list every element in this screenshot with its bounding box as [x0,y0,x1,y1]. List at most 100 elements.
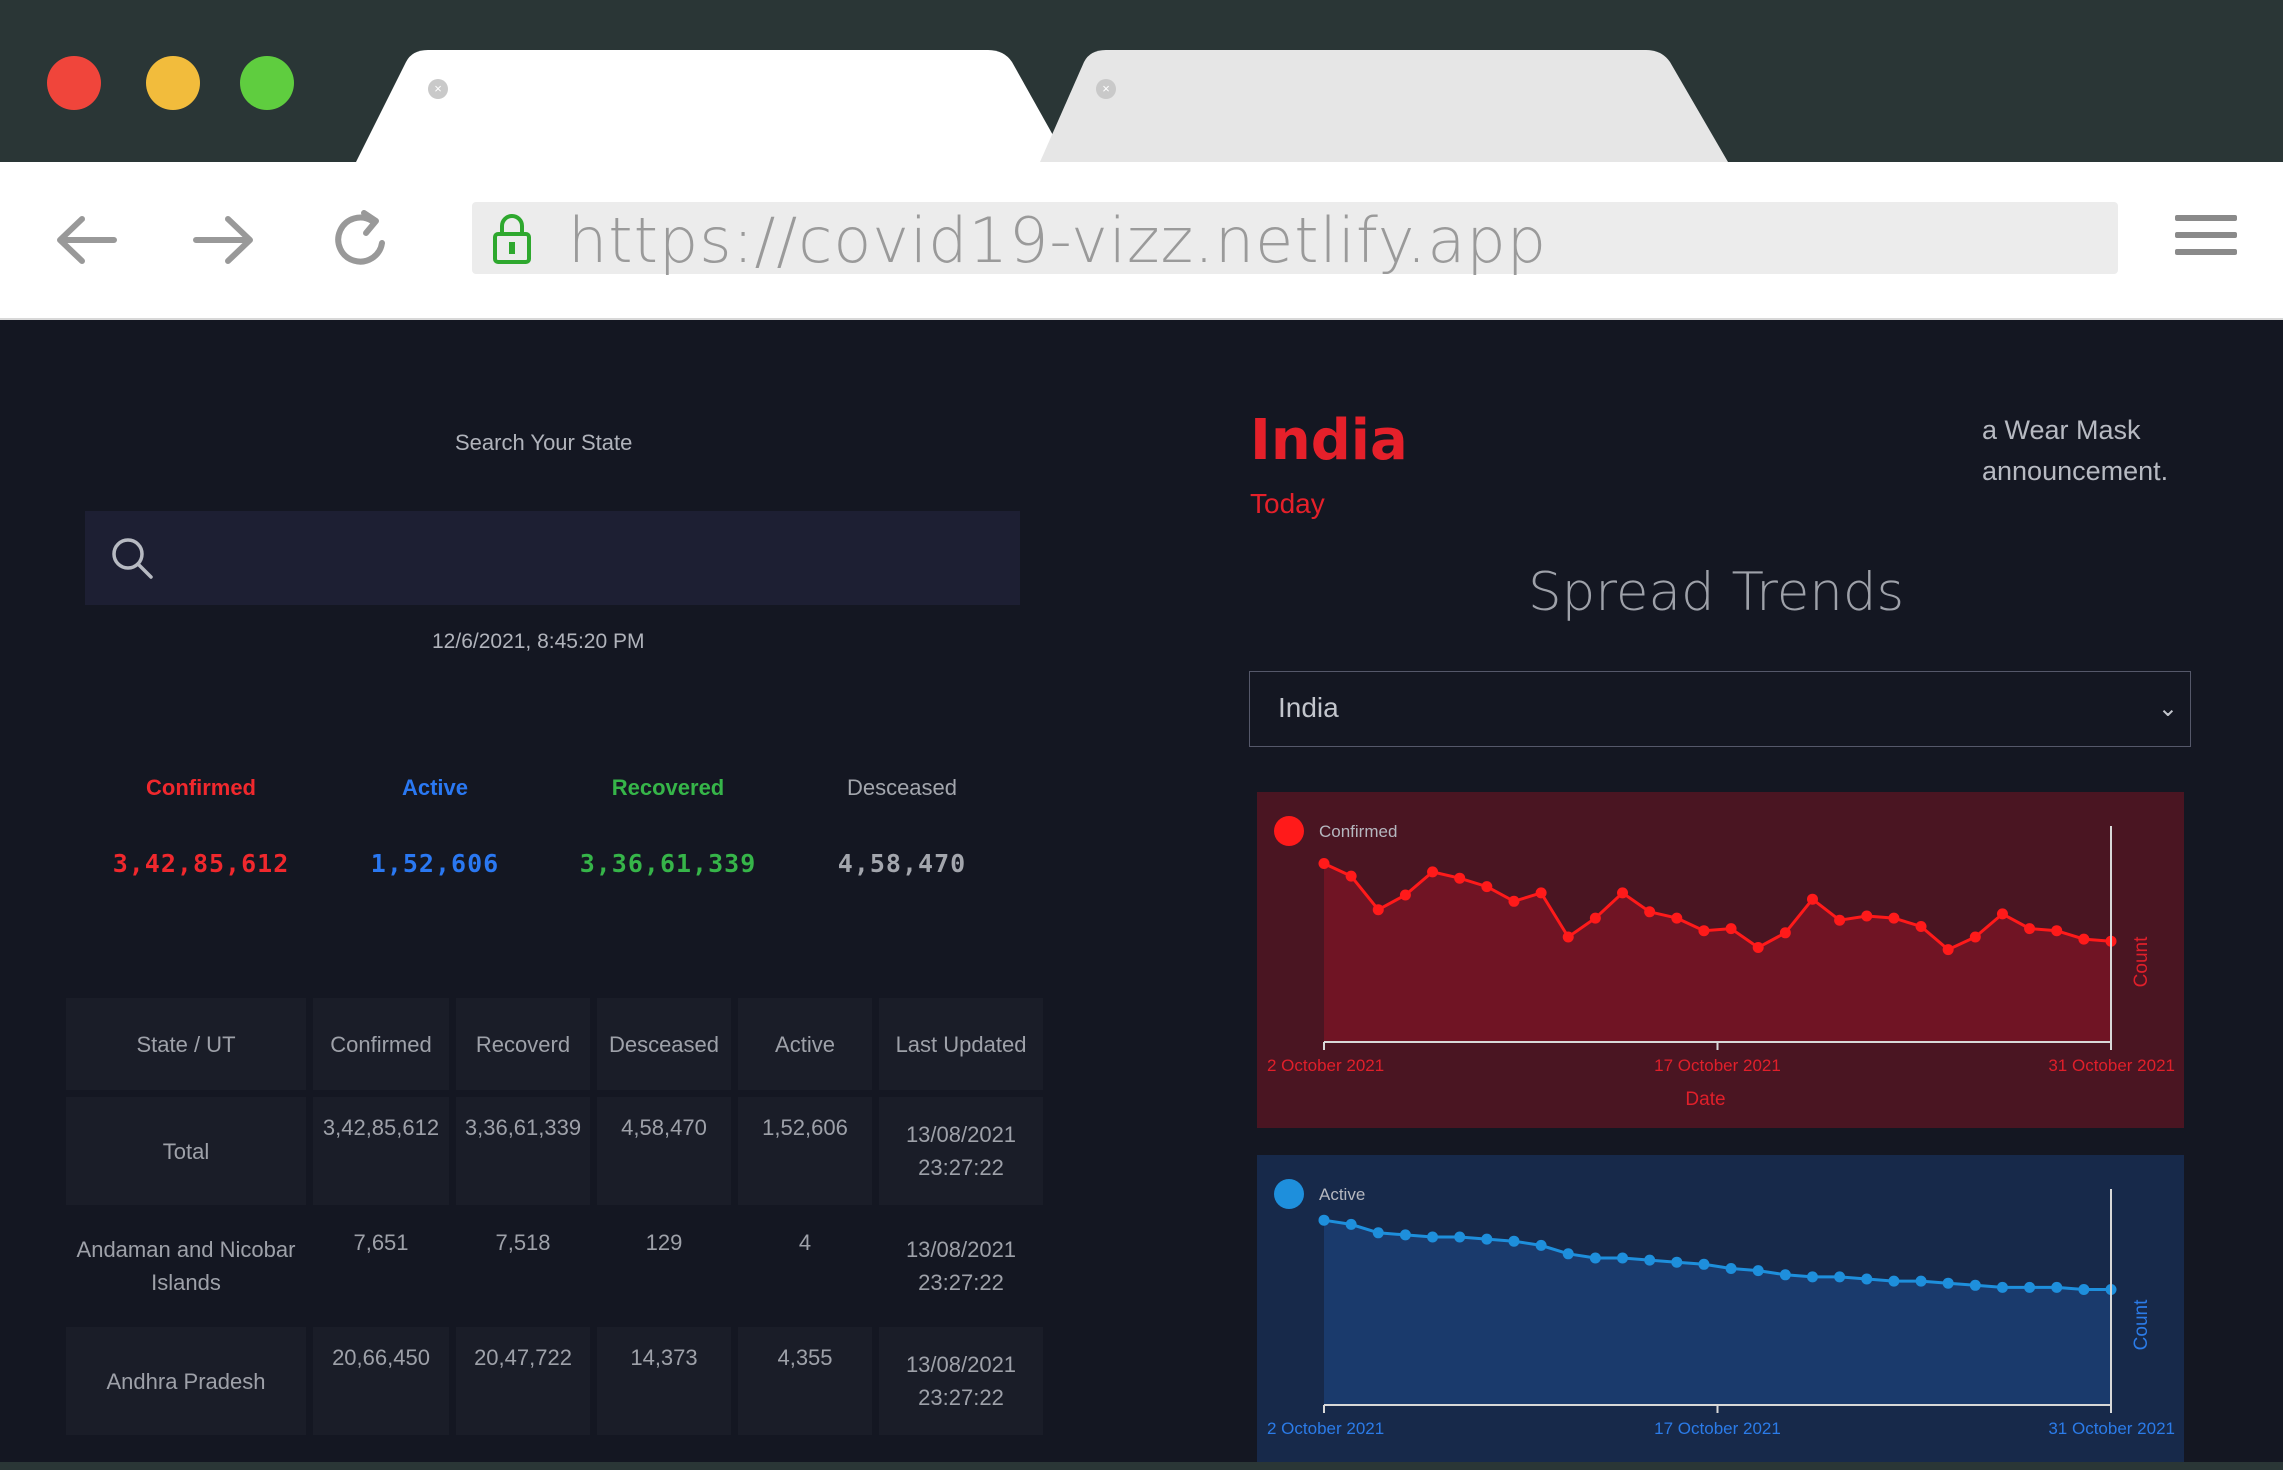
browser-tab-bar: × × [0,0,2283,162]
legend-swatch [1274,816,1304,846]
data-point [2051,1281,2063,1293]
data-point [1942,1277,1954,1289]
data-point [1399,1229,1411,1241]
data-point [1779,927,1791,939]
state-cell: Andaman and Nicobar Islands [76,1237,296,1295]
stat-label: Active [401,775,469,800]
column-header[interactable]: Last Updated [879,998,1043,1090]
data-point [1861,1273,1873,1285]
data-point [1481,881,1493,893]
column-header[interactable]: Desceased [597,998,731,1090]
data-point [1779,1269,1791,1281]
reload-icon[interactable] [326,205,396,275]
data-point [1589,912,1601,924]
active-cell: 4 [798,1230,812,1255]
active-cell: 1,52,606 [738,1097,872,1205]
data-point [1644,1254,1656,1266]
data-point [1671,912,1683,924]
last-fetched-timestamp: 12/6/2021, 8:45:20 PM [432,630,645,653]
forward-arrow-icon[interactable] [188,205,258,275]
stat-label: Confirmed [146,775,256,800]
stat-recovered: Recovered 3,36,61,339 [553,775,783,878]
today-label: Today [1250,488,1325,519]
recovered-cell: 7,518 [495,1230,551,1255]
deceased-cell: 129 [645,1230,683,1255]
x-tick-label: 17 October 2021 [1654,1419,1781,1438]
data-point [1644,906,1656,918]
table-row[interactable]: Total 3,42,85,612 3,36,61,339 4,58,470 1… [66,1097,1043,1205]
data-point [1427,1231,1439,1243]
stat-value: 4,58,470 [837,849,967,878]
data-point [1454,872,1466,884]
data-point [1318,1214,1330,1226]
data-point [1698,1258,1710,1270]
data-point [1671,1256,1683,1268]
close-window-button[interactable] [47,56,101,110]
data-point [1725,923,1737,935]
data-point [1834,1271,1846,1283]
table-row[interactable]: Andhra Pradesh 20,66,450 20,47,722 14,37… [66,1327,1043,1435]
data-point [1535,887,1547,899]
data-point [1861,910,1873,922]
stat-label: Desceased [846,775,958,800]
confirmed-cell: 3,42,85,612 [313,1097,449,1205]
browser-tab-active[interactable]: × [356,50,1068,162]
x-axis-label: Date [1685,1089,1725,1110]
data-point [1372,1227,1384,1239]
url-text: https://covid19-vizz.netlify.app [568,204,1548,277]
data-point [1589,1252,1601,1264]
x-tick-label: 2 October 2021 [1267,1419,1384,1438]
stat-value: 3,36,61,339 [579,849,757,878]
deceased-cell: 14,373 [597,1327,731,1435]
x-tick-label: 17 October 2021 [1654,1056,1781,1075]
browser-tab-inactive[interactable]: × [1040,50,1728,162]
data-point [2078,1284,2090,1295]
column-header[interactable]: Confirmed [313,998,449,1090]
data-point [1617,1252,1629,1264]
data-point [1399,889,1411,901]
stat-confirmed: Confirmed 3,42,85,612 [86,775,316,878]
confirmed-cell: 20,66,450 [313,1327,449,1435]
legend-swatch [1274,1179,1304,1209]
series-area [1324,1220,2111,1405]
minimize-window-button[interactable] [146,56,200,110]
lock-icon [492,212,532,269]
y-axis-label: Count [2131,1299,2152,1350]
state-cell: Andhra Pradesh [66,1327,306,1435]
data-point [1508,895,1520,907]
spread-trends-title: Spread Trends [1528,562,1905,623]
data-point [1318,858,1330,869]
data-point [2051,925,2063,937]
state-search-input[interactable] [85,511,1020,605]
hamburger-menu-icon[interactable] [2175,215,2237,263]
deceased-cell: 4,58,470 [597,1097,731,1205]
tab-close-icon[interactable]: × [428,79,448,99]
data-point [1454,1231,1466,1243]
column-header[interactable]: Active [738,998,872,1090]
data-point [1345,1218,1357,1230]
column-header[interactable]: State / UT [66,998,306,1090]
data-point [1427,866,1439,878]
x-tick-label: 31 October 2021 [2048,1419,2175,1438]
maximize-window-button[interactable] [240,56,294,110]
state-cell: Total [66,1097,306,1205]
data-point [1752,1265,1764,1277]
last-updated-cell: 13/08/2021 23:27:22 [879,1327,1043,1435]
country-select[interactable]: India ⌄ [1249,671,2191,747]
window-bottom-edge [0,1462,2283,1470]
table-row[interactable]: Andaman and Nicobar Islands 7,651 7,518 … [66,1212,1043,1320]
data-point [1915,1275,1927,1287]
column-header[interactable]: Recoverd [456,998,590,1090]
data-point [1996,908,2008,920]
data-point [1969,931,1981,943]
country-title: India [1250,408,1408,473]
address-bar[interactable]: https://covid19-vizz.netlify.app [472,202,2118,277]
data-point [2078,933,2090,945]
data-point [2024,1281,2036,1293]
select-value: India [1278,692,1339,723]
data-point [1481,1233,1493,1245]
back-arrow-icon[interactable] [52,205,122,275]
tab-close-icon[interactable]: × [1096,79,1116,99]
data-point [1345,870,1357,882]
chart-svg: Active 2 October 2021 17 October 2021 31 Oc… [1267,1179,2175,1438]
